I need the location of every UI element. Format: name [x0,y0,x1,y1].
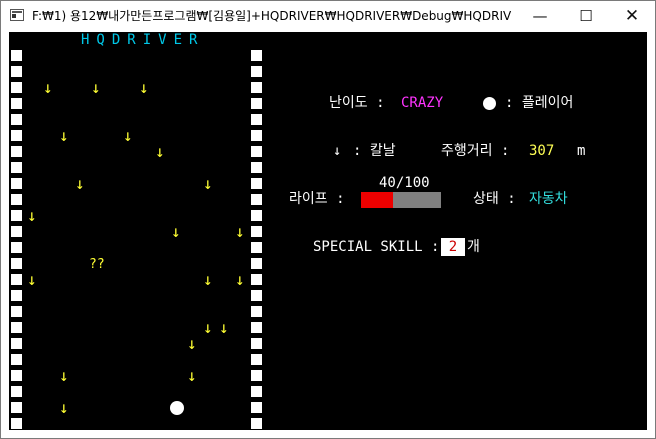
wall-block [251,402,262,413]
player-car [170,401,184,415]
wall-block [11,242,22,253]
life-label: 라이프 : [289,191,345,207]
wall-block [251,82,262,93]
wall-block [11,418,22,429]
blade-hazard: ↓ [59,366,69,385]
wall-block [11,50,22,61]
blade-legend-icon: ↓ [333,143,342,159]
blade-hazard: ↓ [235,270,245,289]
wall-block [11,402,22,413]
blade-hazard: ↓ [43,78,53,97]
title-bar[interactable]: F:₩1) 용12₩내가만든프로그램₩[김용일]+HQDRIVER₩HQDRIV… [1,1,655,31]
wall-block [251,242,262,253]
wall-block [251,274,262,285]
wall-block [11,258,22,269]
wall-block [11,130,22,141]
wall-block [251,226,262,237]
difficulty-label: 난이도 : [329,95,385,111]
wall-block [11,322,22,333]
wall-block [251,210,262,221]
blade-hazard: ↓ [203,318,213,337]
blade-hazard: ↓ [187,366,197,385]
wall-block [11,370,22,381]
blade-hazard: ↓ [235,222,245,241]
life-bar-fill [361,192,393,208]
wall-block [11,194,22,205]
wall-block [251,370,262,381]
wall-block [251,162,262,173]
distance-unit: m [577,143,586,159]
wall-block [251,418,262,429]
status-value: 자동차 [529,191,568,207]
wall-block [11,338,22,349]
wall-block [251,98,262,109]
wall-block [251,322,262,333]
blade-hazard: ↓ [187,334,197,353]
maximize-button[interactable]: ☐ [563,1,609,31]
wall-block [11,226,22,237]
wall-block [11,82,22,93]
blade-hazard: ↓ [219,318,229,337]
player-legend-label: : 플레이어 [505,95,574,111]
wall-block [251,290,262,301]
player-legend-icon [483,97,496,110]
blade-hazard: ↓ [75,174,85,193]
blade-hazard: ↓ [155,142,165,161]
wall-block [251,146,262,157]
wall-block [11,162,22,173]
blade-hazard: ↓ [59,398,69,417]
wall-block [251,338,262,349]
wall-block [251,114,262,125]
difficulty-value: CRAZY [401,95,444,111]
wall-block [11,290,22,301]
close-button[interactable]: ✕ [609,1,655,31]
wall-block [11,386,22,397]
wall-block [11,354,22,365]
special-skill-unit: 개 [467,239,480,255]
distance-value: 307 [529,143,555,159]
blade-hazard: ↓ [59,126,69,145]
wall-block [251,130,262,141]
wall-block [251,178,262,189]
blade-hazard: ↓ [139,78,149,97]
wall-block [251,50,262,61]
minimize-button[interactable]: — [517,1,563,31]
wall-block [11,178,22,189]
special-skill-count: 2 [441,238,465,256]
blade-hazard: ↓ [123,126,133,145]
blade-hazard: ↓ [203,174,213,193]
mystery-item: ?? [89,257,105,272]
blade-hazard: ↓ [171,222,181,241]
wall-block [251,386,262,397]
distance-label: 주행거리 : [441,143,510,159]
wall-block [251,194,262,205]
status-label: 상태 : [473,191,516,207]
wall-block [251,66,262,77]
game-console: HQDRIVER ↓ ↓ ↓ ↓ ↓ ↓ ↓ ↓ ↓ ↓ ↓ ?? ↓ ↓ ↓ … [9,32,647,430]
life-bar [361,192,441,208]
game-title: HQDRIVER [81,32,205,48]
wall-block [251,258,262,269]
wall-block [11,114,22,125]
console-app-icon[interactable] [10,9,24,21]
window-title: F:₩1) 용12₩내가만든프로그램₩[김용일]+HQDRIVER₩HQDRIV… [32,9,512,23]
console-window: F:₩1) 용12₩내가만든프로그램₩[김용일]+HQDRIVER₩HQDRIV… [0,0,656,439]
wall-block [11,274,22,285]
blade-legend-label: : 칼날 [353,143,396,159]
wall-block [11,98,22,109]
wall-block [11,66,22,77]
special-skill-label: SPECIAL SKILL : [313,239,440,255]
wall-block [251,354,262,365]
life-text: 40/100 [379,175,430,191]
blade-hazard: ↓ [203,270,213,289]
wall-block [11,146,22,157]
blade-hazard: ↓ [27,270,37,289]
wall-block [251,306,262,317]
wall-block [11,210,22,221]
blade-hazard: ↓ [27,206,37,225]
blade-hazard: ↓ [91,78,101,97]
wall-block [11,306,22,317]
